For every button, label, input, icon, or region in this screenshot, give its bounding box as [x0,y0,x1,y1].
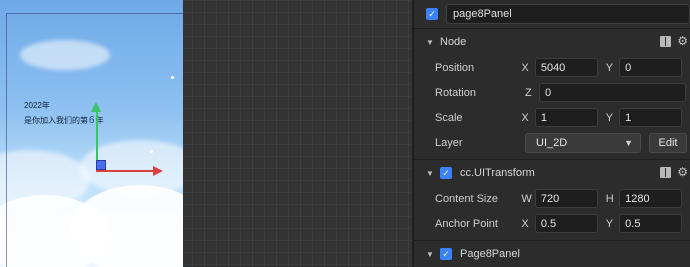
node-name-row: ✓ page8Panel [414,0,690,28]
content-size-row: Content Size W 720 H 1280 [414,186,690,211]
page8panel-section-title: Page8Panel [460,248,520,260]
uitransform-section-title: cc.UITransform [460,167,535,179]
h-axis-label[interactable]: H [606,193,619,205]
caret-down-icon[interactable]: ▼ [426,169,438,178]
book-icon[interactable] [660,36,672,47]
scene-view[interactable]: 2022年 是你加入我们的第6年 [0,0,412,267]
anchor-point-label: Anchor Point [435,217,498,230]
layer-row: Layer UI_2D ▼ Edit [414,130,690,155]
node-name-input[interactable]: page8Panel [446,4,690,24]
anchor-y-input[interactable]: 0.5 [619,214,683,233]
position-label: Position [435,61,475,74]
page8panel-enabled-checkbox[interactable]: ✓ [440,248,452,260]
page8panel-section-header[interactable]: ▼ ✓ Page8Panel [414,241,690,267]
node-section-header[interactable]: ▼ Node ⚙ [414,29,690,55]
scale-y-input[interactable]: 1 [619,108,683,127]
position-y-input[interactable]: 0 [619,58,683,77]
y-axis-label[interactable]: Y [606,112,619,124]
preview-join-text: 是你加入我们的第6年 [24,115,104,126]
gizmo-y-arrow-icon[interactable] [91,102,101,112]
rotation-label: Rotation [435,86,476,99]
scale-row: Scale X 1 Y 1 [414,105,690,130]
layer-select-value: UI_2D [536,136,568,149]
canvas-preview[interactable]: 2022年 是你加入我们的第6年 [0,0,183,267]
anchor-point-row: Anchor Point X 0.5 Y 0.5 [414,211,690,236]
content-size-label: Content Size [435,192,498,205]
gizmo-center-handle[interactable] [96,160,106,170]
book-icon[interactable] [660,167,672,178]
caret-down-icon[interactable]: ▼ [426,38,438,47]
layer-select[interactable]: UI_2D ▼ [525,132,641,153]
dropdown-arrow-icon: ▼ [624,137,633,148]
uitransform-enabled-checkbox[interactable]: ✓ [440,167,452,179]
x-axis-label[interactable]: X [521,112,534,124]
position-row: Position X 5040 Y 0 [414,55,690,80]
preview-year-text: 2022年 [24,101,50,110]
gizmo-x-arrow-icon[interactable] [153,166,163,176]
checkmark-icon: ✓ [442,248,450,259]
gear-icon[interactable]: ⚙ [677,35,688,47]
node-section-title: Node [440,36,467,48]
content-height-input[interactable]: 1280 [619,189,683,208]
layer-edit-button[interactable]: Edit [649,132,687,153]
inspector-panel: ✓ page8Panel ▼ Node ⚙ Position X 5040 Y … [412,0,690,267]
rotation-row: Rotation Z 0 [414,80,690,105]
preview-number: 6 [89,115,95,126]
layer-label: Layer [435,136,463,149]
rotation-z-input[interactable]: 0 [539,83,686,102]
checkmark-icon: ✓ [442,167,450,178]
y-axis-label[interactable]: Y [606,62,619,74]
preview-prefix: 是你加入我们的第 [24,116,88,125]
gizmo-x-axis[interactable] [96,170,156,172]
gear-icon[interactable]: ⚙ [677,166,688,178]
uitransform-section-header[interactable]: ▼ ✓ cc.UITransform ⚙ [414,160,690,186]
canvas-frame [6,13,183,267]
w-axis-label[interactable]: W [521,193,534,205]
y-axis-label[interactable]: Y [606,218,619,230]
x-axis-label[interactable]: X [521,62,534,74]
scale-label: Scale [435,111,463,124]
z-axis-label[interactable]: Z [525,87,539,99]
caret-down-icon[interactable]: ▼ [426,250,438,259]
x-axis-label[interactable]: X [521,218,534,230]
node-active-checkbox[interactable]: ✓ [426,8,438,20]
position-x-input[interactable]: 5040 [534,58,598,77]
scale-x-input[interactable]: 1 [534,108,598,127]
anchor-x-input[interactable]: 0.5 [534,214,598,233]
content-width-input[interactable]: 720 [534,189,598,208]
checkmark-icon: ✓ [428,8,436,19]
